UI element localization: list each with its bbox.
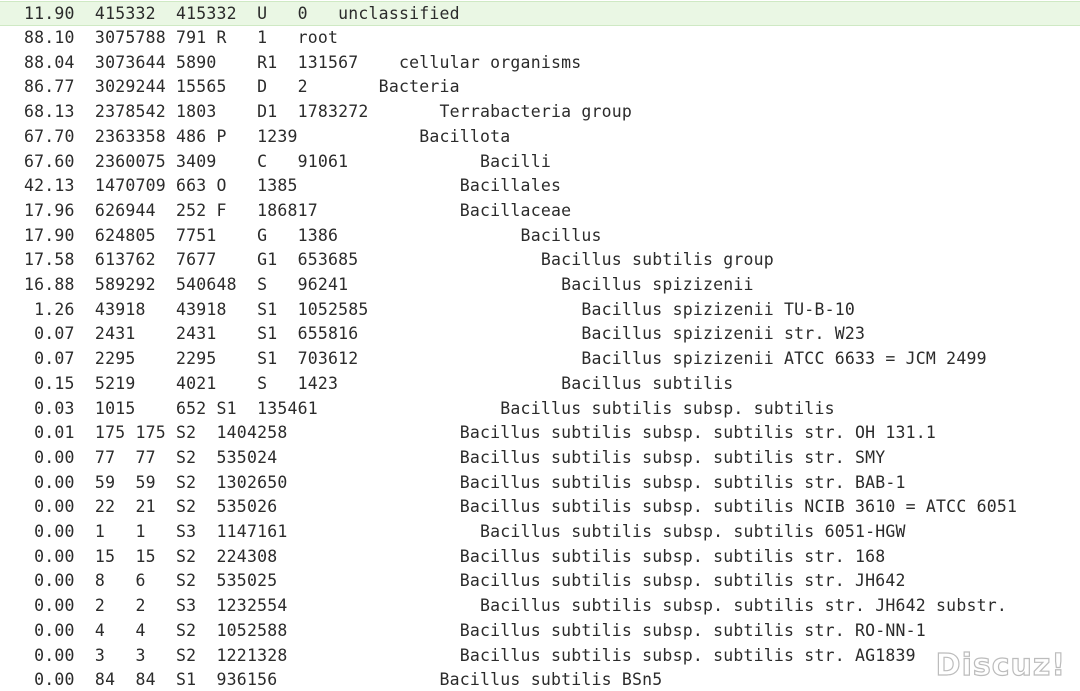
- line-text: 17.58 613762 7677 G1 653685 Bacillus sub…: [24, 250, 774, 270]
- editor-line-16[interactable]: 0.15 5219 4021 S 1423 Bacillus subtilis: [0, 372, 1080, 397]
- line-text: 0.00 84 84 S1 936156 Bacillus subtilis B…: [24, 670, 663, 690]
- editor-line-7[interactable]: 67.60 2360075 3409 C 91061 Bacilli: [0, 150, 1080, 175]
- line-text: 0.00 22 21 S2 535026 Bacillus subtilis s…: [24, 497, 1018, 517]
- line-text: 0.07 2295 2295 S1 703612 Bacillus spiziz…: [24, 349, 987, 369]
- line-text: 0.00 1 1 S3 1147161 Bacillus subtilis su…: [24, 522, 906, 541]
- editor-line-2[interactable]: 88.10 3075788 791 R 1 root: [0, 26, 1080, 51]
- editor-line-17[interactable]: 0.03 1015 652 S1 135461 Bacillus subtili…: [0, 397, 1080, 422]
- editor-line-15[interactable]: 0.07 2295 2295 S1 703612 Bacillus spiziz…: [0, 347, 1080, 372]
- editor-line-23[interactable]: 0.00 15 15 S2 224308 Bacillus subtilis s…: [0, 545, 1080, 570]
- line-text: 68.13 2378542 1803 D1 1783272 Terrabacte…: [24, 102, 633, 122]
- line-text: 42.13 1470709 663 O 1385 Bacillales: [24, 176, 562, 196]
- editor-line-20[interactable]: 0.00 59 59 S2 1302650 Bacillus subtilis …: [0, 471, 1080, 496]
- editor-line-27[interactable]: 0.00 3 3 S2 1221328 Bacillus subtilis su…: [0, 644, 1080, 669]
- line-text: 0.15 5219 4021 S 1423 Bacillus subtilis: [24, 373, 734, 393]
- line-text: 67.70 2363358 486 P 1239 Bacillota: [24, 126, 511, 146]
- editor-line-19[interactable]: 0.00 77 77 S2 535024 Bacillus subtilis s…: [0, 446, 1080, 471]
- editor-line-10[interactable]: 17.90 624805 7751 G 1386 Bacillus: [0, 224, 1080, 249]
- editor-line-26[interactable]: 0.00 4 4 S2 1052588 Bacillus subtilis su…: [0, 619, 1080, 644]
- editor-line-13[interactable]: 1.26 43918 43918 S1 1052585 Bacillus spi…: [0, 298, 1080, 323]
- line-text: 16.88 589292 540648 S 96241 Bacillus spi…: [24, 275, 754, 294]
- line-text: 0.00 15 15 S2 224308 Bacillus subtilis s…: [24, 546, 886, 566]
- line-text: 17.96 626944 252 F 186817 Bacillaceae: [24, 200, 572, 220]
- editor-line-25[interactable]: 0.00 2 2 S3 1232554 Bacillus subtilis su…: [0, 594, 1080, 619]
- editor-line-1[interactable]: 11.90 415332 415332 U 0 unclassified: [0, 1, 1080, 26]
- line-text: 11.90 415332 415332 U 0 unclassified: [24, 4, 460, 23]
- line-text: 1.26 43918 43918 S1 1052585 Bacillus spi…: [24, 299, 855, 319]
- line-text: 0.00 4 4 S2 1052588 Bacillus subtilis su…: [24, 620, 926, 640]
- line-text: 0.00 77 77 S2 535024 Bacillus subtilis s…: [24, 447, 886, 467]
- line-text: 86.77 3029244 15565 D 2 Bacteria: [24, 77, 460, 97]
- editor-line-9[interactable]: 17.96 626944 252 F 186817 Bacillaceae: [0, 199, 1080, 224]
- line-text: 88.10 3075788 791 R 1 root: [24, 28, 339, 47]
- editor-line-24[interactable]: 0.00 8 6 S2 535025 Bacillus subtilis sub…: [0, 569, 1080, 594]
- editor-line-12[interactable]: 16.88 589292 540648 S 96241 Bacillus spi…: [0, 273, 1080, 298]
- line-text: 88.04 3073644 5890 R1 131567 cellular or…: [24, 52, 582, 72]
- editor-line-21[interactable]: 0.00 22 21 S2 535026 Bacillus subtilis s…: [0, 495, 1080, 520]
- editor-line-18[interactable]: 0.01 175 175 S2 1404258 Bacillus subtili…: [0, 421, 1080, 446]
- editor-line-11[interactable]: 17.58 613762 7677 G1 653685 Bacillus sub…: [0, 248, 1080, 273]
- editor-line-6[interactable]: 67.70 2363358 486 P 1239 Bacillota: [0, 125, 1080, 150]
- editor-line-3[interactable]: 88.04 3073644 5890 R1 131567 cellular or…: [0, 51, 1080, 76]
- text-editor[interactable]: 11.90 415332 415332 U 0 unclassified 88.…: [0, 0, 1080, 691]
- line-text: 0.07 2431 2431 S1 655816 Bacillus spiziz…: [24, 324, 866, 344]
- editor-line-28[interactable]: 0.00 84 84 S1 936156 Bacillus subtilis B…: [0, 668, 1080, 691]
- editor-line-5[interactable]: 68.13 2378542 1803 D1 1783272 Terrabacte…: [0, 100, 1080, 125]
- discuz-watermark: Discuz!: [935, 647, 1066, 683]
- editor-line-14[interactable]: 0.07 2431 2431 S1 655816 Bacillus spiziz…: [0, 322, 1080, 347]
- editor-line-8[interactable]: 42.13 1470709 663 O 1385 Bacillales: [0, 174, 1080, 199]
- editor-line-22[interactable]: 0.00 1 1 S3 1147161 Bacillus subtilis su…: [0, 520, 1080, 545]
- line-text: 0.00 2 2 S3 1232554 Bacillus subtilis su…: [24, 596, 1007, 616]
- line-text: 0.00 8 6 S2 535025 Bacillus subtilis sub…: [24, 571, 906, 591]
- line-text: 17.90 624805 7751 G 1386 Bacillus: [24, 225, 602, 245]
- line-text: 0.03 1015 652 S1 135461 Bacillus subtili…: [24, 398, 835, 418]
- line-text: 0.01 175 175 S2 1404258 Bacillus subtili…: [24, 423, 937, 443]
- line-text: 0.00 59 59 S2 1302650 Bacillus subtilis …: [24, 472, 906, 492]
- editor-line-4[interactable]: 86.77 3029244 15565 D 2 Bacteria: [0, 75, 1080, 100]
- line-text: 0.00 3 3 S2 1221328 Bacillus subtilis su…: [24, 645, 916, 665]
- line-text: 67.60 2360075 3409 C 91061 Bacilli: [24, 151, 551, 171]
